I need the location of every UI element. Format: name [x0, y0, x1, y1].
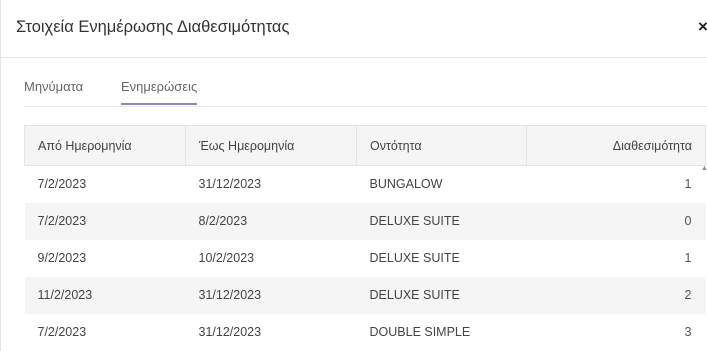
table-row[interactable]: 7/2/2023 8/2/2023 DELUXE SUITE 0 — [24, 202, 706, 240]
tab-bar: Μηνύματα Ενημερώσεις — [24, 78, 707, 107]
close-button[interactable]: × — [698, 17, 707, 37]
cell-from-date: 7/2/2023 — [37, 214, 87, 228]
cell-to-date: 10/2/2023 — [198, 251, 255, 265]
close-icon[interactable]: × — [698, 17, 707, 36]
cell-to-date: 31/12/2023 — [198, 325, 262, 339]
table-row[interactable]: 7/2/2023 31/12/2023 DOUBLE SIMPLE 3 — [25, 314, 706, 351]
tab-messages[interactable]: Μηνύματα — [24, 78, 83, 105]
modal-header: Στοιχεία Ενημέρωσης Διαθεσιμότητας × — [1, 0, 707, 58]
table-header-row: Από Ημερομηνία Έως Ημερομηνία Οντότητα Δ… — [24, 125, 706, 166]
cell-to-date: 8/2/2023 — [198, 214, 248, 228]
cell-availability: 1 — [684, 251, 692, 265]
cell-entity: DELUXE SUITE — [369, 288, 460, 302]
updates-table-container[interactable]: Από Ημερομηνία Έως Ημερομηνία Οντότητα Δ… — [24, 125, 707, 351]
cell-entity: DELUXE SUITE — [369, 251, 460, 265]
table-row[interactable]: 11/2/2023 31/12/2023 DELUXE SUITE 2 — [24, 276, 706, 314]
cell-from-date: 7/2/2023 — [37, 325, 87, 339]
scroll-up-arrow-icon[interactable]: ▲ — [701, 165, 707, 173]
table-row[interactable]: 7/2/2023 31/12/2023 BUNGALOW 1 — [25, 166, 706, 203]
tab-updates[interactable]: Ενημερώσεις — [121, 78, 198, 105]
cell-entity: BUNGALOW — [369, 177, 443, 192]
column-header-from-date[interactable]: Από Ημερομηνία — [24, 125, 186, 166]
cell-from-date: 11/2/2023 — [37, 288, 93, 302]
cell-from-date: 7/2/2023 — [37, 177, 87, 192]
availability-update-modal: Στοιχεία Ενημέρωσης Διαθεσιμότητας × Μην… — [0, 0, 707, 351]
cell-to-date: 31/12/2023 — [198, 177, 262, 192]
cell-to-date: 31/12/2023 — [198, 288, 262, 302]
column-header-to-date[interactable]: Έως Ημερομηνία — [185, 125, 357, 166]
cell-entity: DOUBLE SIMPLE — [369, 325, 471, 339]
cell-availability: 0 — [684, 214, 692, 228]
cell-availability: 1 — [684, 177, 692, 192]
updates-table: Από Ημερομηνία Έως Ημερομηνία Οντότητα Δ… — [24, 125, 706, 351]
modal-title: Στοιχεία Ενημέρωσης Διαθεσιμότητας — [16, 18, 290, 36]
cell-availability: 3 — [684, 325, 692, 339]
column-header-availability[interactable]: Διαθεσιμότητα — [526, 125, 706, 166]
cell-availability: 2 — [684, 288, 692, 302]
table-row[interactable]: 9/2/2023 10/2/2023 DELUXE SUITE 1 — [25, 240, 706, 277]
cell-from-date: 9/2/2023 — [37, 251, 87, 265]
column-header-entity[interactable]: Οντότητα — [356, 125, 527, 166]
cell-entity: DELUXE SUITE — [369, 214, 460, 228]
